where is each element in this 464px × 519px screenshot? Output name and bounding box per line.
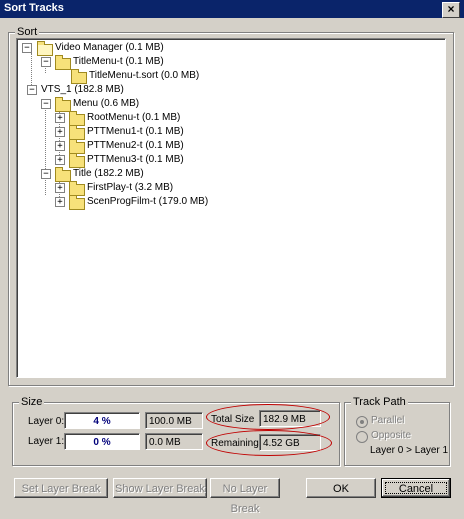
tree-node-label: VTS_1 (182.8 MB)	[41, 84, 124, 95]
layer0-percent-field: 4 %	[64, 412, 140, 429]
tree-node-titlemenu[interactable]: − TitleMenu-t (0.1 MB)	[17, 55, 437, 70]
tree-node-titlemenu-sort[interactable]: TitleMenu-t.sort (0.0 MB)	[17, 69, 437, 84]
sort-legend: Sort	[15, 26, 40, 38]
show-layer-break-button[interactable]: Show Layer Break	[113, 478, 207, 498]
tree-node-label: ScenProgFilm-t (179.0 MB)	[87, 196, 209, 207]
size-legend: Size	[19, 396, 45, 408]
tree-node-label: FirstPlay-t (3.2 MB)	[87, 182, 174, 193]
track-path-note: Layer 0 > Layer 1	[370, 445, 449, 456]
tree-node-label: PTTMenu2-t (0.1 MB)	[87, 140, 184, 151]
ok-button[interactable]: OK	[306, 478, 376, 498]
tree-node-pttmenu3[interactable]: + PTTMenu3-t (0.1 MB)	[17, 153, 437, 168]
collapse-icon[interactable]: −	[41, 99, 51, 109]
expand-icon[interactable]: +	[55, 127, 65, 137]
tree-node-rootmenu[interactable]: + RootMenu-t (0.1 MB)	[17, 111, 437, 126]
tree-node-pttmenu2[interactable]: + PTTMenu2-t (0.1 MB)	[17, 139, 437, 154]
tree-node-label: Menu (0.6 MB)	[73, 98, 140, 109]
tree-node-firstplay[interactable]: + FirstPlay-t (3.2 MB)	[17, 181, 437, 196]
annotation-circle	[206, 404, 330, 430]
expand-icon[interactable]: +	[55, 183, 65, 193]
opposite-radio[interactable]	[356, 431, 368, 443]
tree-node-label: TitleMenu-t.sort (0.0 MB)	[89, 70, 200, 81]
tree-node-label: PTTMenu1-t (0.1 MB)	[87, 126, 184, 137]
close-icon[interactable]: ×	[442, 2, 460, 18]
tree-node-label: RootMenu-t (0.1 MB)	[87, 112, 181, 123]
layer1-size-field: 0.0 MB	[145, 433, 203, 450]
layer1-percent-field: 0 %	[64, 433, 140, 450]
tree-node-video-manager[interactable]: − Video Manager (0.1 MB)	[17, 41, 437, 56]
expand-icon[interactable]: +	[55, 113, 65, 123]
tree-node-vts1[interactable]: − VTS_1 (182.8 MB)	[17, 83, 437, 97]
title-bar: Sort Tracks ×	[0, 0, 464, 18]
no-layer-break-button[interactable]: No Layer Break	[210, 478, 280, 515]
set-layer-break-button[interactable]: Set Layer Break	[14, 478, 108, 498]
track-tree[interactable]: − Video Manager (0.1 MB) − TitleMenu-t (…	[16, 38, 446, 378]
tree-node-scenprogfilm[interactable]: + ScenProgFilm-t (179.0 MB)	[17, 195, 437, 210]
layer1-label: Layer 1:	[28, 436, 65, 447]
parallel-label: Parallel	[371, 415, 405, 426]
opposite-label: Opposite	[371, 430, 412, 441]
track-path-legend: Track Path	[351, 396, 408, 408]
expand-icon[interactable]: +	[55, 155, 65, 165]
collapse-icon[interactable]: −	[41, 57, 51, 67]
tree-node-pttmenu1[interactable]: + PTTMenu1-t (0.1 MB)	[17, 125, 437, 140]
tree-node-label: PTTMenu3-t (0.1 MB)	[87, 154, 184, 165]
tree-node-label: Video Manager (0.1 MB)	[55, 42, 164, 53]
collapse-icon[interactable]: −	[41, 169, 51, 179]
layer0-label: Layer 0:	[28, 416, 65, 427]
expand-icon[interactable]: +	[55, 197, 65, 207]
cancel-button[interactable]: Cancel	[381, 478, 451, 498]
tree-node-label: Title (182.2 MB)	[73, 168, 144, 179]
annotation-circle	[206, 430, 332, 456]
focus-ring	[385, 482, 447, 494]
layer0-size-field: 100.0 MB	[145, 412, 203, 429]
collapse-icon[interactable]: −	[22, 43, 32, 53]
tree-node-label: TitleMenu-t (0.1 MB)	[73, 56, 164, 67]
parallel-radio[interactable]	[356, 416, 368, 428]
tree-node-title[interactable]: − Title (182.2 MB)	[17, 167, 437, 182]
tree-node-menu[interactable]: − Menu (0.6 MB)	[17, 97, 437, 112]
expand-icon[interactable]: +	[55, 141, 65, 151]
folder-icon	[69, 195, 85, 210]
collapse-icon[interactable]: −	[27, 85, 37, 95]
window-title: Sort Tracks	[4, 2, 64, 14]
